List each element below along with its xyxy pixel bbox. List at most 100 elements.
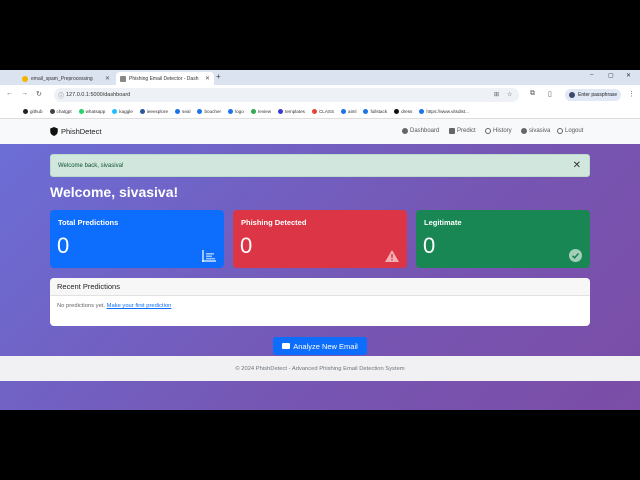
new-tab-button[interactable]: + [216,72,221,81]
bookmark-item[interactable]: review [250,109,272,114]
bookmark-label: ieeexplore [146,109,169,114]
card-value: 0 [423,233,436,258]
bookmark-item[interactable]: https://www.vitsdist... [419,109,469,114]
browser-toolbar: ← → ↻ ⓘ 127.0.0.1:5000/dashboard ⊞ ☆ ⧉ ▯… [0,85,640,105]
bookmark-label: kaggle [119,109,133,114]
logout-icon [557,128,563,134]
bookmark-label: dress [401,109,413,114]
bookmark-favicon-icon [250,109,256,114]
gauge-icon [402,128,408,134]
bookmark-item[interactable]: logo [228,109,244,114]
tab-close-icon[interactable]: ✕ [205,75,210,82]
bookmark-star-icon[interactable]: ☆ [507,91,512,98]
bookmark-favicon-icon [363,109,369,114]
notebook-icon [22,75,28,82]
bookmark-label: templates [285,109,305,114]
nav-logout[interactable]: Logout [557,128,583,134]
bookmark-item[interactable]: github [23,109,43,114]
bookmark-item[interactable]: kaggle [112,109,133,114]
bookmark-item[interactable]: templates [278,109,305,114]
bar-chart-icon [202,250,216,262]
close-icon[interactable]: ✕ [573,160,581,171]
enter-passphrase-button[interactable]: Enter passphrase [565,89,621,101]
app-page: PhishDetect Dashboard Predict History si… [0,119,640,410]
card-title: Phishing Detected [241,218,307,227]
bookmark-item[interactable]: boucher [197,109,221,114]
tab-phishing-detector[interactable]: Phishing Email Detector - Dash ✕ [116,72,214,85]
analyze-button-label: Analyze New Email [293,341,358,351]
maximize-button[interactable]: ▢ [608,72,614,79]
nav-dashboard-label: Dashboard [410,128,440,134]
footer-text: © 2024 PhishDetect - Advanced Phishing E… [235,365,405,372]
bookmark-favicon-icon [112,109,118,114]
bookmark-item[interactable]: aiml [341,109,356,114]
bookmark-item[interactable]: ieeexplore [139,109,169,114]
url-text: 127.0.0.1:5000/dashboard [66,92,131,98]
nav-predict[interactable]: Predict [449,128,476,134]
tab-title: Phishing Email Detector - Dash [129,75,199,82]
card-title: Total Predictions [58,218,119,227]
card-value: 0 [240,233,253,258]
envelope-icon [449,128,455,134]
bookmark-favicon-icon [394,109,400,114]
bookmark-label: https://www.vitsdist... [426,109,469,114]
nav-logout-label: Logout [565,128,584,134]
bookmark-favicon-icon [341,109,347,114]
recent-predictions-title: Recent Predictions [50,278,590,296]
bookmark-favicon-icon [311,109,317,114]
bookmark-item[interactable]: seal [175,109,190,114]
bookmark-favicon-icon [197,109,203,114]
warning-icon [385,250,399,262]
bookmark-favicon-icon [78,109,84,114]
nav-history-label: History [493,128,512,134]
tab-title: email_spam_Preprocessing [31,75,93,82]
first-prediction-link[interactable]: Make your first prediction [107,303,172,309]
nav-user[interactable]: sivasiva [521,128,550,134]
card-value: 0 [57,233,70,258]
close-window-button[interactable]: ✕ [626,72,631,79]
bookmark-label: boucher [204,109,222,114]
check-circle-icon [569,249,582,262]
menu-icon[interactable]: ⋮ [628,90,635,98]
bookmark-item[interactable]: fullstack [363,109,387,114]
screenshot-frame: email_spam_Preprocessing ✕ Phishing Emai… [0,70,640,410]
bookmark-item[interactable]: dress [394,109,412,114]
stat-card-total: Total Predictions 0 [50,210,224,268]
bookmark-item[interactable]: whatsapp [78,109,105,114]
forward-button[interactable]: → [21,90,28,97]
passphrase-label: Enter passphrase [578,92,618,98]
bookmark-label: review [257,109,272,114]
minimize-button[interactable]: ‒ [590,72,593,78]
extensions-icon[interactable]: ⧉ [530,90,535,98]
back-button[interactable]: ← [6,90,13,97]
brand-link[interactable]: PhishDetect [50,127,101,136]
app-navbar: PhishDetect Dashboard Predict History si… [0,119,640,144]
recent-predictions-card: Recent Predictions No predictions yet. M… [50,278,590,326]
site-info-icon: ⓘ [58,94,65,100]
stat-card-legitimate: Legitimate 0 [416,210,590,268]
page-title: Welcome, sivasiva! [50,184,179,200]
alert-text: Welcome back, sivasiva! [58,162,124,169]
reload-button[interactable]: ↻ [36,90,42,98]
analyze-new-email-button[interactable]: Analyze New Email [273,337,367,355]
bookmark-favicon-icon [278,109,284,114]
bookmark-label: seal [182,109,191,114]
bookmark-label: chatgpt [56,109,72,114]
envelope-icon [282,343,291,349]
tab-close-icon[interactable]: ✕ [105,75,110,82]
bookmark-label: aiml [348,109,357,114]
translate-icon[interactable]: ⊞ [494,91,499,98]
sidebar-icon[interactable]: ▯ [548,90,552,98]
nav-dashboard[interactable]: Dashboard [402,128,439,134]
bookmarks-bar: github chatgpt whatsapp kaggle ieeexplore sea… [0,105,640,119]
address-bar[interactable]: ⓘ 127.0.0.1:5000/dashboard ⊞ ☆ [54,88,519,102]
page-footer: © 2024 PhishDetect - Advanced Phishing E… [0,356,640,381]
bookmark-item[interactable]: chatgpt [49,109,72,114]
nav-history[interactable]: History [485,128,512,134]
bookmark-favicon-icon [228,109,234,114]
tab-email-spam[interactable]: email_spam_Preprocessing ✕ [18,72,114,85]
bookmark-label: github [30,109,43,114]
bookmark-item[interactable]: CLASS [311,109,334,114]
profile-icon [569,92,575,98]
shield-icon [50,127,58,136]
